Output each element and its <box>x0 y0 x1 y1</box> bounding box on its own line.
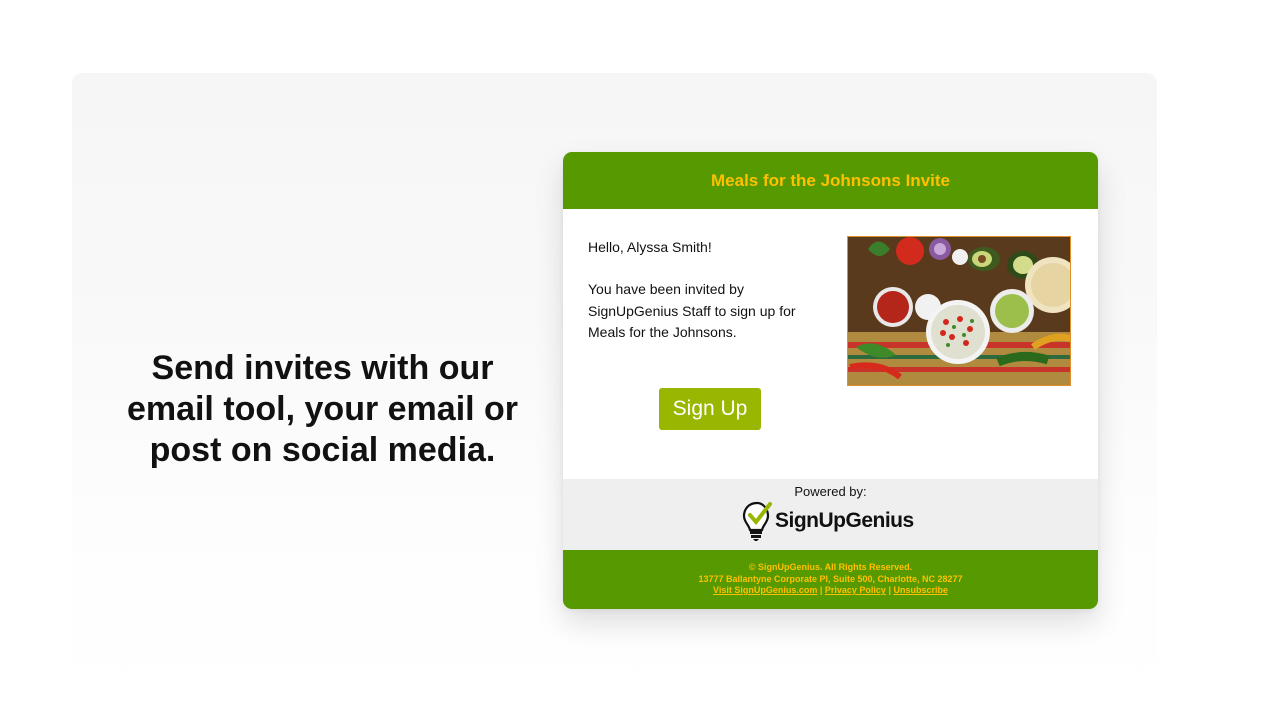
email-invite-preview: Meals for the Johnsons Invite Hello, Aly… <box>563 152 1098 609</box>
email-message: You have been invited by SignUpGenius St… <box>588 281 796 340</box>
powered-by-label: Powered by: <box>794 484 867 499</box>
email-header: Meals for the Johnsons Invite <box>563 152 1098 209</box>
powered-by-section: Powered by: SignUpGenius <box>563 479 1098 550</box>
email-body: Hello, Alyssa Smith! You have been invit… <box>563 209 1098 479</box>
sign-up-button[interactable]: Sign Up <box>659 388 761 430</box>
footer-copyright: © SignUpGenius. All Rights Reserved. <box>748 562 913 572</box>
footer-address: 13777 Ballantyne Corporate Pl, Suite 500… <box>698 573 963 584</box>
tagline-line-1: Send invites with our <box>151 349 494 387</box>
email-greeting: Hello, Alyssa Smith! <box>588 239 712 255</box>
footer-separator: | <box>817 585 825 595</box>
signupgenius-logo: SignUpGenius <box>741 499 921 543</box>
footer-links: Visit SignUpGenius.com | Privacy Policy … <box>563 585 1098 597</box>
email-title: Meals for the Johnsons Invite <box>711 170 950 190</box>
privacy-policy-link[interactable]: Privacy Policy <box>825 585 886 595</box>
lightbulb-checkmark-icon <box>742 501 772 541</box>
food-photo <box>847 236 1071 386</box>
unsubscribe-link[interactable]: Unsubscribe <box>893 585 948 595</box>
feature-tagline: Send invites with our email tool, your e… <box>100 348 545 471</box>
logo-text: SignUpGenius <box>775 509 914 532</box>
visit-link[interactable]: Visit SignUpGenius.com <box>713 585 817 595</box>
email-footer: © SignUpGenius. All Rights Reserved. 137… <box>563 550 1098 609</box>
tagline-line-2: email tool, your email or <box>126 390 519 428</box>
tagline-line-3: post on social media. <box>149 431 496 469</box>
